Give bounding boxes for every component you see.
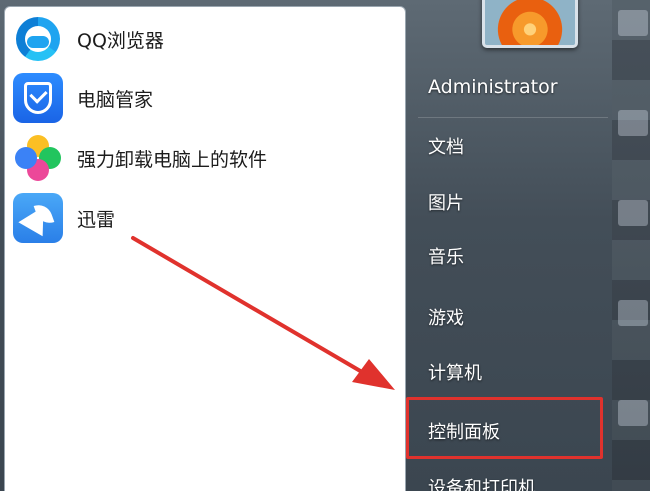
xunlei-icon bbox=[13, 193, 63, 243]
start-menu-screenshot: QQ浏览器 电脑管家 强力卸载电脑上的软件 迅雷 Administrator 文… bbox=[0, 0, 650, 491]
program-item-qq-browser[interactable]: QQ浏览器 bbox=[13, 11, 393, 67]
program-list: QQ浏览器 电脑管家 强力卸载电脑上的软件 迅雷 bbox=[4, 6, 406, 491]
menu-item-pictures[interactable]: 图片 bbox=[428, 189, 464, 215]
program-item-pc-manager[interactable]: 电脑管家 bbox=[13, 70, 393, 126]
highlight-box bbox=[406, 397, 603, 459]
desktop-icon bbox=[618, 110, 648, 136]
divider bbox=[418, 117, 608, 118]
program-label: 电脑管家 bbox=[77, 88, 154, 111]
program-item-xunlei[interactable]: 迅雷 bbox=[13, 190, 393, 246]
program-label: 强力卸载电脑上的软件 bbox=[77, 148, 268, 171]
menu-item-user[interactable]: Administrator bbox=[428, 76, 558, 98]
user-avatar[interactable] bbox=[482, 0, 578, 48]
desktop-icon bbox=[618, 200, 648, 226]
program-label: QQ浏览器 bbox=[77, 29, 164, 52]
desktop-icon bbox=[618, 400, 648, 426]
desktop-background bbox=[612, 0, 650, 491]
menu-item-games[interactable]: 游戏 bbox=[428, 304, 464, 330]
uninstaller-icon bbox=[13, 133, 63, 183]
qq-browser-icon bbox=[13, 14, 63, 64]
desktop-icon bbox=[618, 10, 648, 36]
menu-item-devices-printers[interactable]: 设备和打印机 bbox=[428, 474, 536, 491]
program-item-uninstaller[interactable]: 强力卸载电脑上的软件 bbox=[13, 130, 393, 186]
menu-item-music[interactable]: 音乐 bbox=[428, 243, 464, 269]
pc-manager-icon bbox=[13, 73, 63, 123]
menu-item-documents[interactable]: 文档 bbox=[428, 133, 464, 159]
program-label: 迅雷 bbox=[77, 208, 116, 231]
menu-item-computer[interactable]: 计算机 bbox=[428, 359, 482, 385]
desktop-icon bbox=[618, 300, 648, 326]
